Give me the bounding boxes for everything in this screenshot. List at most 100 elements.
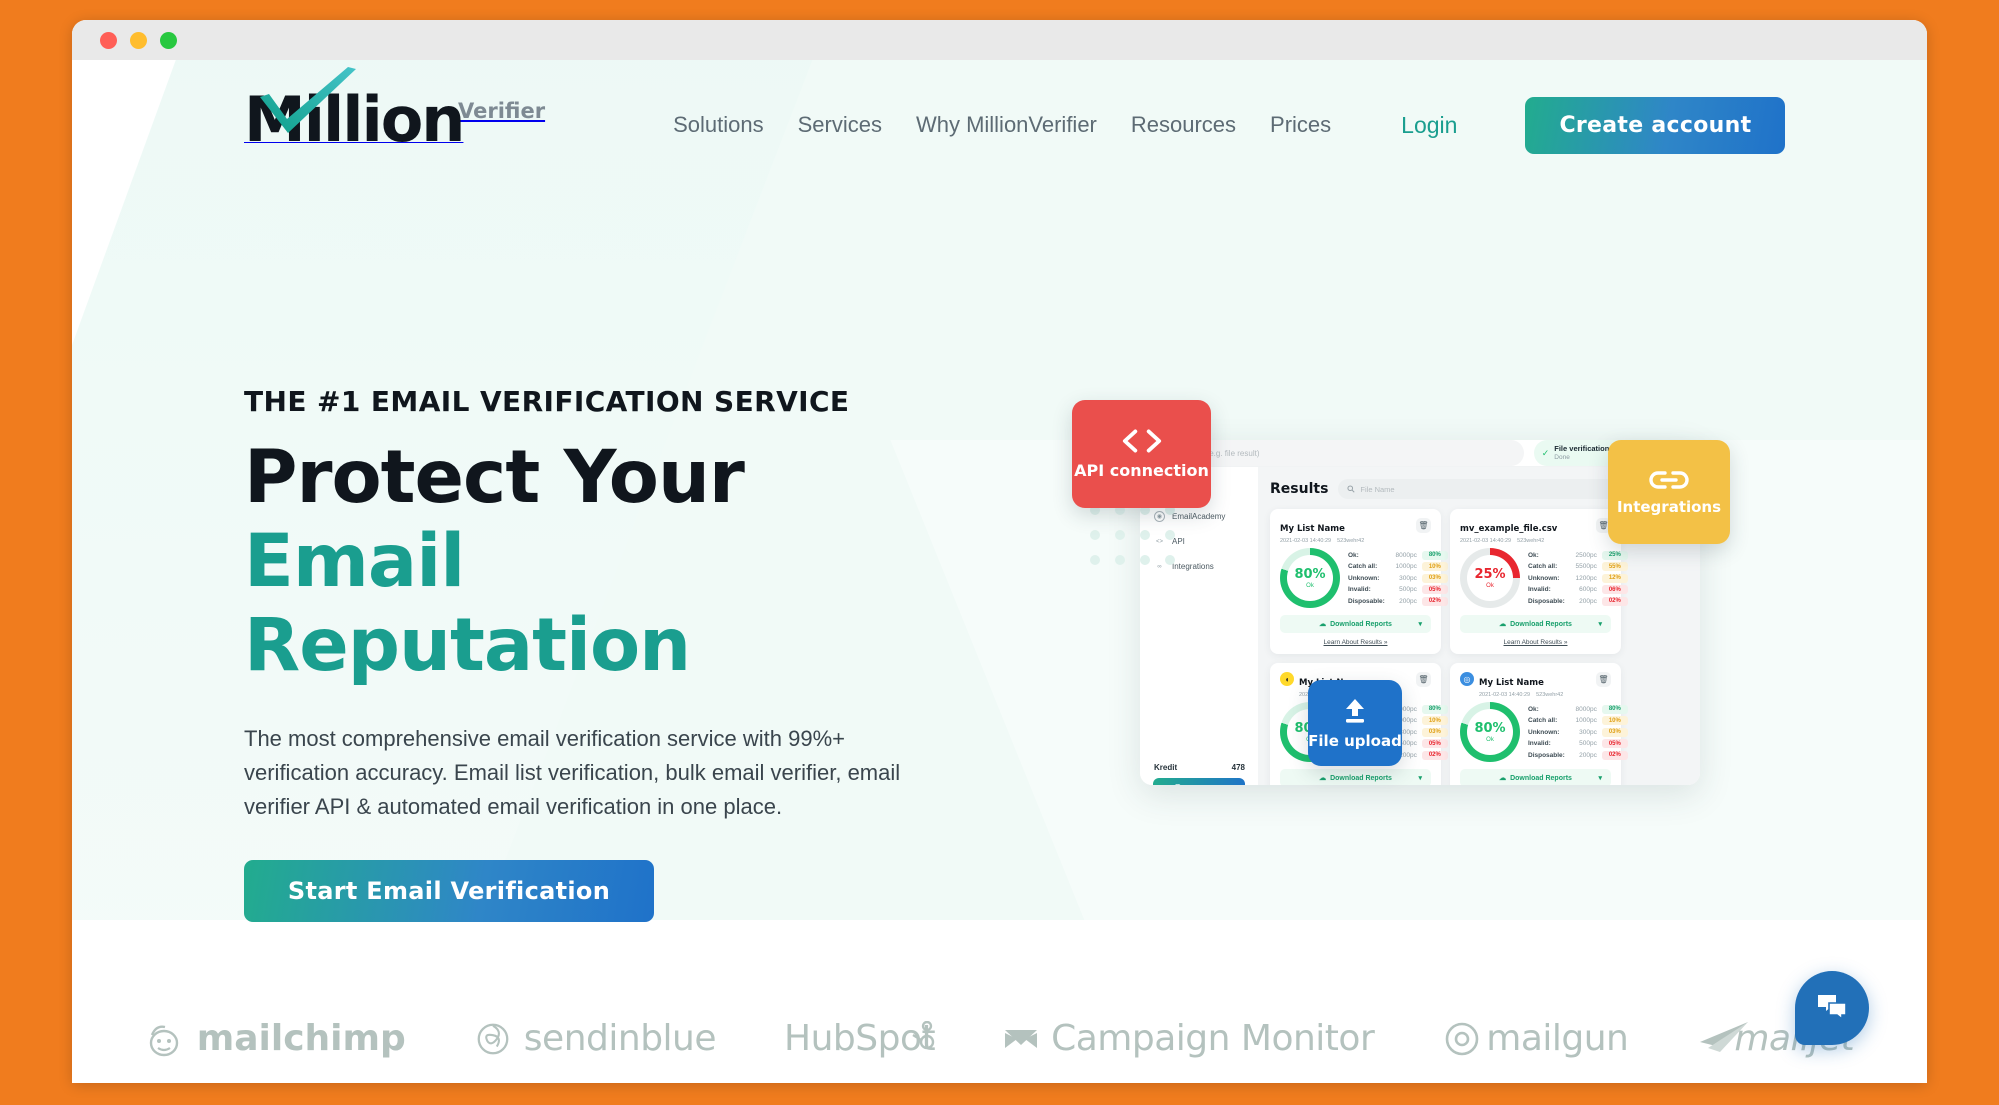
delete-result-button[interactable]: 🗑: [1416, 518, 1431, 533]
download-reports-label: Download Reports: [1510, 774, 1572, 782]
result-card-date: 2021-02-03 14:40:29: [1479, 692, 1531, 698]
feature-card-integrations[interactable]: Integrations: [1608, 440, 1730, 544]
check-icon: ✓: [1541, 447, 1550, 458]
result-card-body: 80%OkOk:8000pc80%Catch all:1000pc10%Unkn…: [1280, 548, 1448, 608]
download-reports-button[interactable]: ☁ Download Reports ▾: [1280, 615, 1431, 633]
mailgun-at-icon: [1445, 1022, 1479, 1055]
result-card[interactable]: ◎ My List Name 2021-02-03 14:40:29 523wehr4…: [1450, 663, 1628, 785]
stat-percent: 10%: [1421, 716, 1448, 725]
feature-label-file-upload: File upload: [1308, 731, 1402, 750]
result-card-meta: 2021-02-03 14:40:29 523wehr42: [1280, 538, 1364, 544]
chat-bubble-icon: [1818, 995, 1847, 1021]
stat-label: Unknown:: [1528, 574, 1560, 582]
stat-percent: 80%: [1421, 704, 1448, 714]
hero-title-line-2: Email: [244, 519, 465, 604]
partner-logo-hubspot: HubSpot: [784, 1018, 936, 1059]
download-reports-button[interactable]: ☁ Download Reports ▾: [1460, 615, 1611, 633]
maximize-window-button[interactable]: [160, 31, 177, 49]
feature-label-api-connection: API connection: [1074, 461, 1209, 480]
results-donut-chart: 25% Ok: [1460, 548, 1520, 608]
delete-result-button[interactable]: 🗑: [1416, 672, 1431, 687]
plus-circle-icon: ⦿: [1173, 783, 1181, 786]
code-brackets-icon: [1122, 429, 1161, 453]
mailchimp-monkey-icon: [149, 1024, 178, 1056]
stat-percent: 80%: [1601, 704, 1628, 714]
stat-count: 5500pc: [1575, 563, 1597, 570]
logo-mark: Million: [244, 67, 465, 165]
stat-count: 500pc: [1399, 586, 1417, 593]
stat-percent: 80%: [1421, 550, 1448, 560]
login-link[interactable]: Login: [1401, 112, 1457, 139]
result-card-id: 523wehr42: [1536, 692, 1564, 698]
donut-percent: 80%: [1294, 567, 1326, 582]
chat-widget-button[interactable]: [1795, 971, 1869, 1045]
site-logo[interactable]: Million Verifier: [244, 67, 545, 165]
donut-percent: 80%: [1474, 721, 1506, 736]
donut-sublabel: Ok: [1306, 583, 1314, 589]
buy-credit-button[interactable]: ⦿ Buy credit: [1153, 778, 1245, 785]
feature-card-file-upload[interactable]: File upload: [1308, 680, 1402, 766]
nav-item-why-millionverifier[interactable]: Why MillionVerifier: [916, 112, 1097, 138]
stat-row: Catch all: 1000pc 10%: [1348, 562, 1448, 571]
stat-percent: 02%: [1601, 596, 1628, 606]
file-name-search-input[interactable]: File Name: [1338, 479, 1650, 499]
stat-row: Unknown: 1200pc 12%: [1528, 573, 1628, 583]
browser-window: Million Verifier Solutions Services Why …: [72, 20, 1927, 1083]
dot-grid-decoration: [1090, 505, 1175, 580]
results-title: Results: [1270, 481, 1329, 497]
result-card-name: My List Name: [1280, 524, 1345, 534]
result-card[interactable]: My List Name 2021-02-03 14:40:29 523wehr42…: [1270, 509, 1448, 654]
create-account-button[interactable]: Create account: [1525, 96, 1786, 154]
stat-percent: 55%: [1601, 562, 1628, 571]
stat-row: Invalid: 600pc 06%: [1528, 585, 1628, 594]
learn-about-results-link[interactable]: Learn About Results »: [1460, 639, 1611, 646]
minimize-window-button[interactable]: [130, 31, 147, 49]
download-reports-label: Download Reports: [1510, 620, 1572, 628]
file-name-placeholder: File Name: [1360, 484, 1395, 494]
cloud-download-icon: ☁: [1319, 775, 1327, 782]
stat-label: Unknown:: [1348, 574, 1380, 582]
result-card[interactable]: mv_example_file.csv 2021-02-03 14:40:29 52…: [1450, 509, 1628, 654]
stat-label: Catch all:: [1528, 563, 1558, 570]
stat-row: Catch all: 5500pc 55%: [1528, 562, 1628, 571]
stat-row: Ok: 2500pc 25%: [1528, 550, 1628, 560]
result-stats: Ok: 8000pc 80% Catch all: 1000pc 10% Unknown: 3…: [1348, 550, 1448, 606]
download-reports-button[interactable]: ☁ Download Reports ▾: [1460, 769, 1611, 785]
stat-label: Catch all:: [1348, 563, 1378, 570]
stat-label: Ok:: [1528, 705, 1539, 713]
stat-percent: 03%: [1421, 727, 1448, 737]
stat-count: 1200pc: [1575, 574, 1597, 582]
campaign-monitor-envelope-icon: [1005, 1029, 1038, 1048]
start-email-verification-button[interactable]: Start Email Verification: [244, 860, 654, 922]
result-card-avatar: ◖: [1280, 672, 1294, 686]
feature-card-api-connection[interactable]: API connection: [1072, 400, 1211, 508]
nav-item-prices[interactable]: Prices: [1270, 112, 1331, 138]
delete-result-button[interactable]: 🗑: [1596, 672, 1611, 687]
result-card-body: 25% Ok Ok: 2500pc 25% Catch all: 5500pc 55% Unkn…: [1460, 548, 1628, 608]
stat-label: Invalid:: [1528, 740, 1551, 747]
stat-row: Catch all: 1000pc 10%: [1528, 716, 1628, 725]
download-reports-button[interactable]: ☁ Download Reports ▾: [1280, 769, 1431, 785]
nav-item-solutions[interactable]: Solutions: [673, 112, 764, 138]
chevron-down-icon[interactable]: ▾: [1598, 620, 1602, 628]
chevron-down-icon[interactable]: ▾: [1418, 620, 1422, 628]
stat-count: 8000pc: [1395, 551, 1417, 559]
stat-row: Disposable: 200pc 02%: [1528, 596, 1628, 606]
learn-about-results-link[interactable]: Learn About Results »: [1280, 639, 1431, 646]
hero-app-mockup: Search (e.g. file result) ✓ File verific…: [1072, 400, 1730, 785]
nav-item-services[interactable]: Services: [798, 112, 882, 138]
chevron-down-icon[interactable]: ▾: [1598, 774, 1602, 782]
stat-percent: 06%: [1601, 585, 1628, 594]
stat-percent: 02%: [1421, 750, 1448, 760]
close-window-button[interactable]: [100, 31, 117, 49]
hubspot-sprocket-icon: [912, 1020, 935, 1049]
cloud-download-icon: ☁: [1499, 775, 1507, 782]
stat-percent: 12%: [1601, 573, 1628, 583]
nav-item-resources[interactable]: Resources: [1131, 112, 1236, 138]
donut-sublabel: Ok: [1486, 583, 1494, 589]
stat-count: 200pc: [1399, 597, 1417, 605]
chevron-down-icon[interactable]: ▾: [1418, 774, 1422, 782]
result-card-header: mv_example_file.csv 2021-02-03 14:40:29 52…: [1460, 518, 1611, 544]
partner-name-mailchimp: mailchimp: [196, 1018, 406, 1059]
stat-percent: 10%: [1601, 716, 1628, 725]
